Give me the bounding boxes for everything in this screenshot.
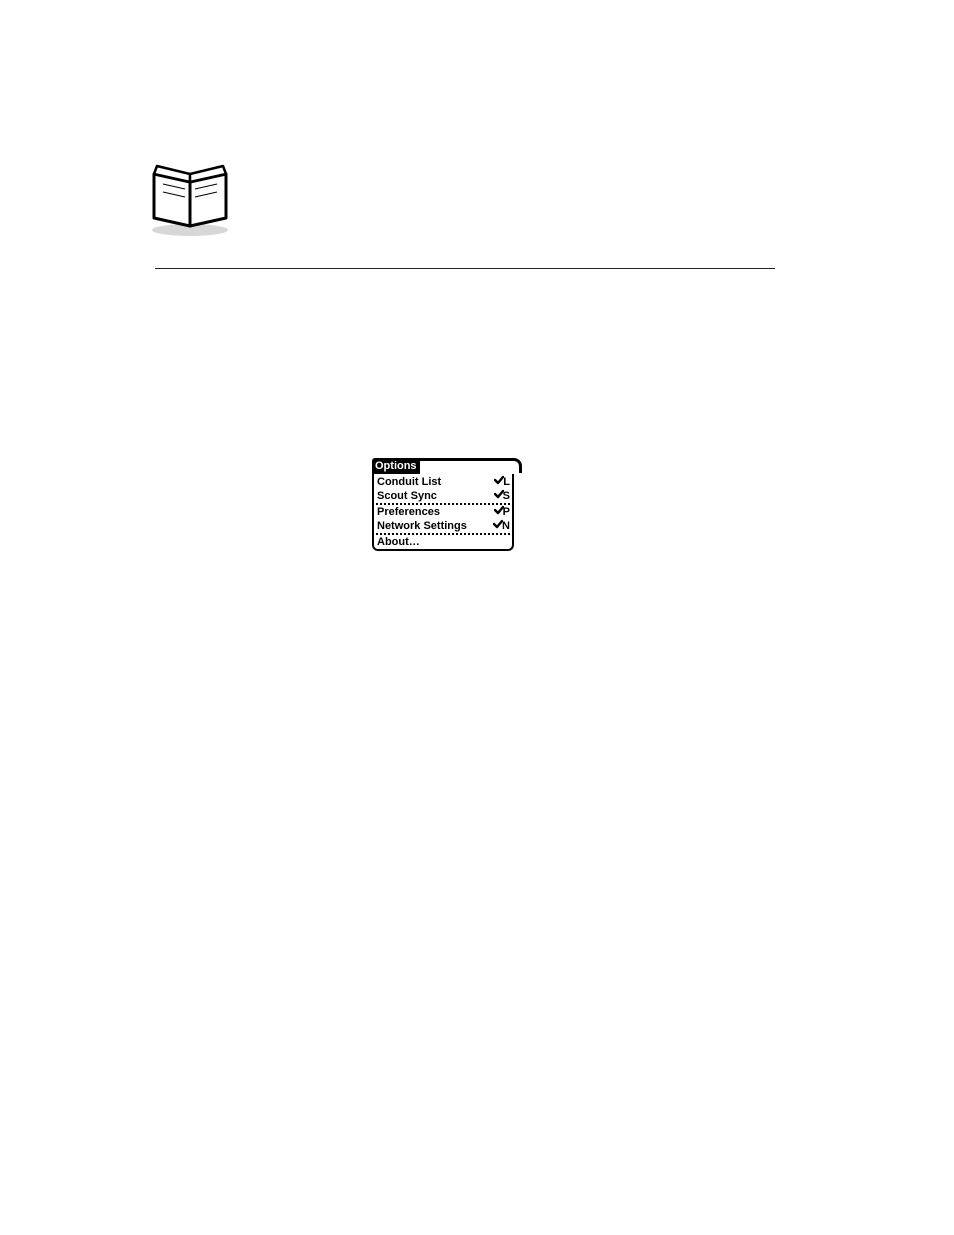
open-book-icon <box>140 160 240 240</box>
menu-body: Conduit List L Scout Sync S Preferences <box>372 474 514 551</box>
menu-item-label: Conduit List <box>377 475 441 489</box>
menu-title: Options <box>372 458 420 474</box>
menu-item-about[interactable]: About… <box>374 535 512 549</box>
menu-item-conduit-list[interactable]: Conduit List L <box>374 475 512 489</box>
menu-item-scout-sync[interactable]: Scout Sync S <box>374 489 512 503</box>
menu-item-label: Scout Sync <box>377 489 437 503</box>
menu-item-label: Preferences <box>377 505 440 519</box>
menu-item-label: Network Settings <box>377 519 467 533</box>
shortcut-letter: S <box>503 489 510 503</box>
shortcut-letter: N <box>502 519 510 533</box>
divider-rule <box>155 268 775 269</box>
menu-item-shortcut: L <box>494 475 510 489</box>
menu-item-shortcut: P <box>494 505 510 519</box>
menu-item-label: About… <box>377 535 420 549</box>
menu-titlebar[interactable]: Options <box>372 458 522 474</box>
menu-item-network-settings[interactable]: Network Settings N <box>374 519 512 533</box>
options-menu: Options Conduit List L Scout Sync S <box>372 458 522 551</box>
menu-titlebar-blank <box>420 458 522 473</box>
menu-item-preferences[interactable]: Preferences P <box>374 505 512 519</box>
shortcut-letter: P <box>503 505 510 519</box>
menu-item-shortcut: N <box>493 519 510 533</box>
menu-item-shortcut: S <box>494 489 510 503</box>
shortcut-letter: L <box>503 475 510 489</box>
